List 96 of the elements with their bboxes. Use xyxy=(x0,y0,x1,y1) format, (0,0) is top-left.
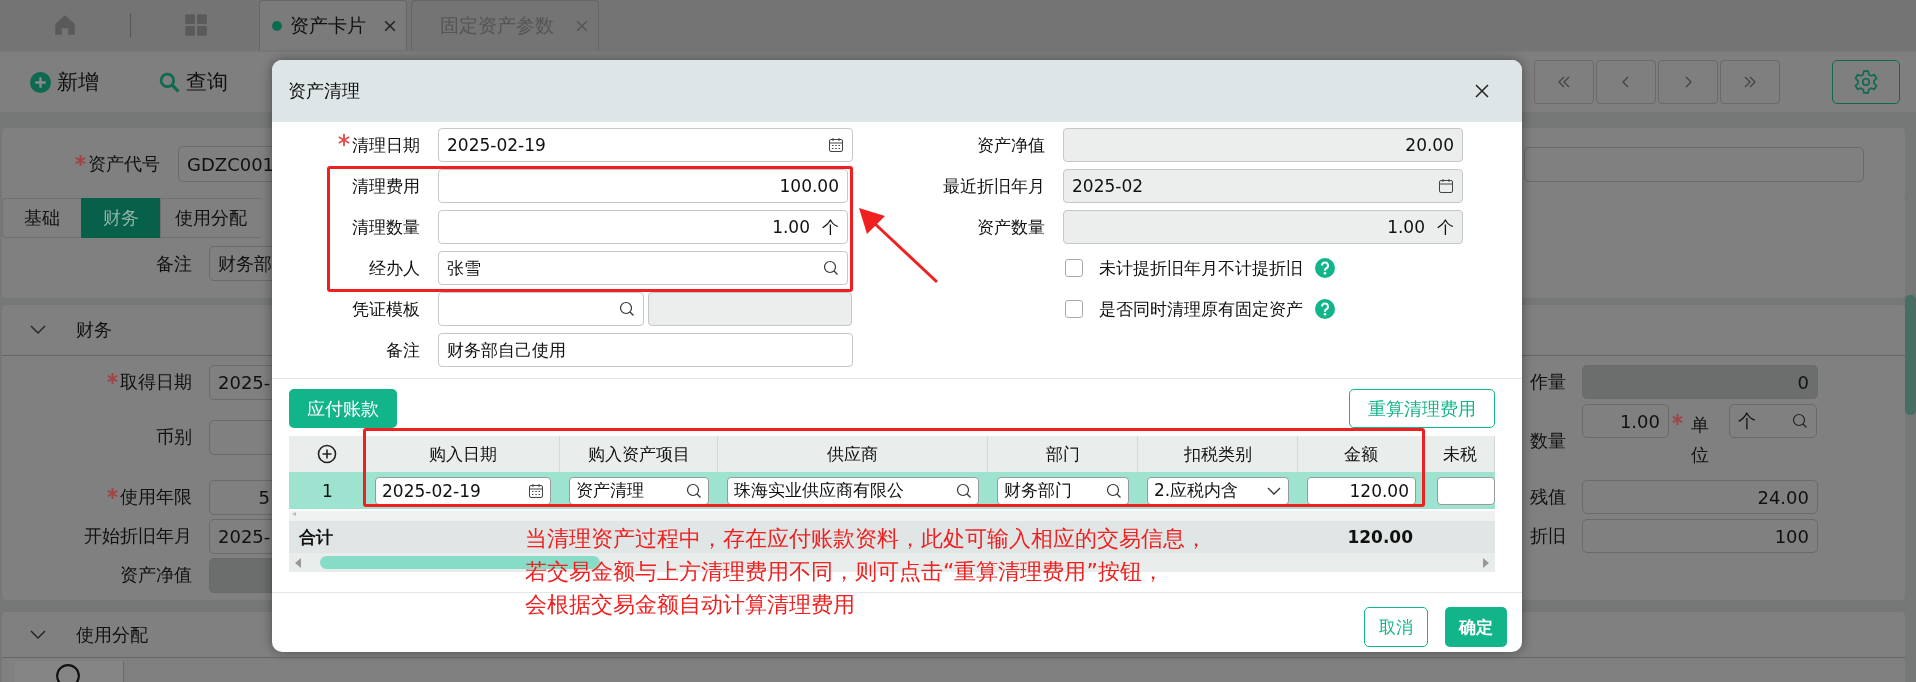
search-icon xyxy=(956,482,972,499)
unit-label: 个 xyxy=(1437,215,1454,239)
annotation-text: 若交易金额与上方清理费用不同，则可点击“重算清理费用”按钮， xyxy=(525,558,1164,586)
chevron-down-icon[interactable] xyxy=(30,629,46,640)
scroll-right-icon[interactable] xyxy=(1481,556,1491,569)
lookup-field[interactable]: 张雪 xyxy=(438,251,848,285)
checkbox-label: 是否同时清理原有固定资产 xyxy=(1099,297,1303,321)
field-label: 资产数量 xyxy=(977,215,1045,239)
checkbox[interactable] xyxy=(1065,300,1083,318)
page-tab[interactable]: 资产卡片 xyxy=(259,0,407,50)
section-title: 使用分配 xyxy=(76,622,148,647)
section-title: 财务 xyxy=(76,318,112,342)
annotation-text: 当清理资产过程中，存在应付账款资料，此处可输入相应的交易信息， xyxy=(525,525,1207,553)
field-label: 残值 xyxy=(1529,485,1566,509)
field-label: 清理数量 xyxy=(352,215,420,239)
total-label: 合计 xyxy=(298,525,334,549)
next-button[interactable] xyxy=(1658,60,1718,104)
field-label: 经办人 xyxy=(369,256,420,280)
field-label: 凭证模板 xyxy=(352,297,420,321)
field-label: 作量 xyxy=(1529,370,1566,394)
table-row[interactable]: 1 2025-02-19 资产清理 珠海实业供应商有限公 财务部门 2.应税内含 120.00 xyxy=(289,472,1495,509)
checkbox[interactable] xyxy=(1065,259,1083,277)
recalculate-button[interactable]: 重算清理费用 xyxy=(1349,389,1495,428)
input-field[interactable]: 120.00 xyxy=(1307,476,1416,505)
search-icon xyxy=(686,482,702,499)
search-icon xyxy=(1792,413,1808,429)
input-field[interactable]: 100.00 xyxy=(438,169,848,203)
settings-button[interactable] xyxy=(1832,60,1900,104)
lookup-field[interactable]: 财务部门 xyxy=(997,476,1129,505)
field-label: 数量 xyxy=(1529,429,1566,453)
double-chevron-left-icon xyxy=(1556,74,1572,90)
add-button[interactable]: 新增 xyxy=(30,68,99,96)
section-tab[interactable]: 财务 xyxy=(81,198,160,238)
field-label: 使用年限 xyxy=(120,485,192,509)
search-button[interactable]: 查询 xyxy=(159,68,228,96)
field-label: 清理费用 xyxy=(352,174,420,198)
field-label: 最近折旧年月 xyxy=(943,174,1045,198)
field-label: 币别 xyxy=(156,425,192,449)
confirm-button[interactable]: 确定 xyxy=(1445,607,1507,647)
unit-label: 个 xyxy=(822,215,839,239)
search-icon xyxy=(1106,482,1122,499)
calendar-icon xyxy=(528,482,544,499)
cancel-button[interactable]: 取消 xyxy=(1364,607,1428,647)
scrollbar[interactable] xyxy=(1905,295,1916,415)
close-icon[interactable] xyxy=(1474,83,1490,99)
field-label: 单位 xyxy=(1691,413,1710,467)
input-field[interactable]: 财务部自己使用 xyxy=(438,333,853,367)
search-icon xyxy=(619,301,635,317)
input-field[interactable]: 24.00 xyxy=(1582,480,1818,514)
search-icon xyxy=(159,71,180,93)
grid-icon[interactable] xyxy=(183,12,209,38)
field-label: 资产净值 xyxy=(120,563,192,587)
field-label: 资产净值 xyxy=(977,133,1045,157)
annotation-text: 会根据交易金额自动计算清理费用 xyxy=(525,591,855,619)
lookup-field[interactable]: 资产清理 xyxy=(569,476,709,505)
chevron-down-icon[interactable] xyxy=(30,325,46,335)
last-button[interactable] xyxy=(1720,60,1780,104)
section-tab[interactable]: 使用分配 xyxy=(160,198,261,238)
double-chevron-right-icon xyxy=(1742,74,1758,90)
plus-circle-icon xyxy=(30,71,51,93)
scroll-left-icon[interactable] xyxy=(293,556,303,569)
settings-icon xyxy=(1853,69,1879,95)
input-field[interactable]: 1.00 个 xyxy=(438,210,848,244)
help-icon[interactable] xyxy=(1315,299,1335,319)
help-icon[interactable] xyxy=(1315,258,1335,278)
lookup-field[interactable]: 个 xyxy=(1729,404,1817,438)
input-field[interactable]: 100 xyxy=(1582,519,1818,553)
payable-button[interactable]: 应付账款 xyxy=(289,389,397,428)
lookup-field[interactable] xyxy=(438,292,644,326)
input-field[interactable]: 1.00 xyxy=(1582,404,1669,438)
calendar-icon xyxy=(828,137,844,153)
first-button[interactable] xyxy=(1534,60,1594,104)
status-dot-icon xyxy=(272,20,282,31)
dropdown[interactable]: 2.应税内含 xyxy=(1147,476,1289,505)
field-label: 取得日期 xyxy=(120,370,192,394)
search-icon xyxy=(823,260,839,276)
previous-button[interactable] xyxy=(1596,60,1656,104)
field-label: 清理日期 xyxy=(352,133,420,157)
add-row-icon[interactable] xyxy=(317,444,337,464)
date-field[interactable]: 2025-02-19 xyxy=(375,476,551,505)
field-label: 资产代号 xyxy=(88,152,160,176)
row-number: 1 xyxy=(322,480,333,501)
input-field[interactable] xyxy=(1524,146,1864,182)
lookup-field[interactable]: 珠海实业供应商有限公 xyxy=(727,476,979,505)
field-label: 开始折旧年月 xyxy=(84,524,192,548)
calendar-icon xyxy=(1438,178,1454,194)
input-field[interactable] xyxy=(648,292,852,326)
date-field[interactable]: 2025-02-19 xyxy=(438,128,853,162)
input-field[interactable] xyxy=(1437,476,1495,505)
field-label: 备注 xyxy=(386,338,420,362)
field-label: 折旧 xyxy=(1529,524,1566,548)
checkbox-label: 未计提折旧年月不计提折旧 xyxy=(1099,256,1303,280)
field-label: 备注 xyxy=(156,251,192,276)
total-amount: 120.00 xyxy=(1346,526,1414,549)
scroll-left-icon[interactable] xyxy=(291,511,297,517)
dialog-title: 资产清理 xyxy=(288,79,360,103)
